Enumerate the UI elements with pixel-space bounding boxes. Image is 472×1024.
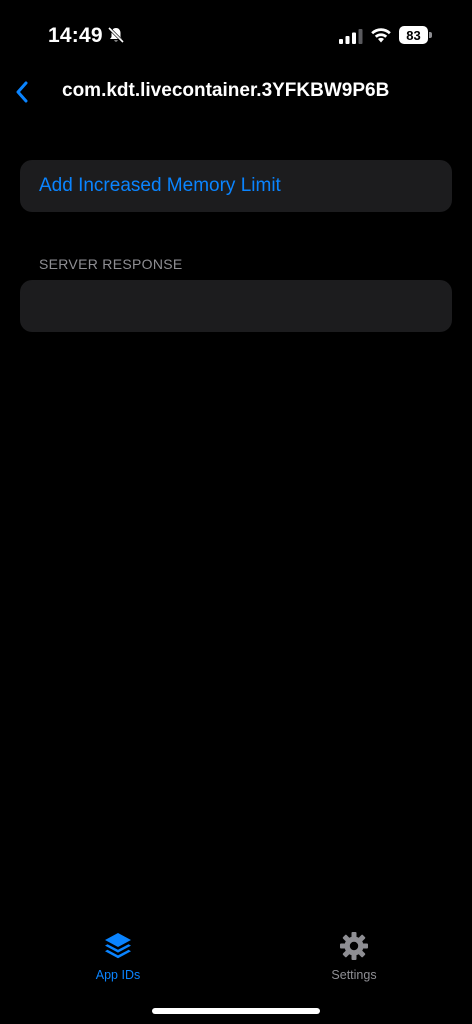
tab-bar: App IDs Settings bbox=[0, 920, 472, 1000]
add-increased-memory-limit-label: Add Increased Memory Limit bbox=[39, 175, 281, 196]
bell-slash-icon bbox=[107, 26, 125, 44]
tab-settings-label: Settings bbox=[331, 968, 377, 982]
battery-icon: 83 bbox=[399, 26, 432, 44]
status-bar: 14:49 83 bbox=[0, 0, 472, 70]
chevron-left-icon bbox=[16, 81, 28, 103]
tab-settings[interactable]: Settings bbox=[304, 930, 404, 986]
add-increased-memory-limit-button[interactable]: Add Increased Memory Limit bbox=[20, 160, 452, 212]
navigation-bar: com.kdt.livecontainer.3YFKBW9P6B bbox=[0, 70, 472, 114]
wifi-icon bbox=[371, 28, 391, 43]
tab-app-ids-label: App IDs bbox=[95, 968, 141, 982]
cellular-signal-icon bbox=[339, 29, 363, 44]
tab-app-ids[interactable]: App IDs bbox=[68, 930, 168, 986]
gear-icon bbox=[340, 932, 368, 960]
back-button[interactable] bbox=[6, 76, 38, 108]
screen: 14:49 83 com.kdt.livecontainer.3YFKBW9P6… bbox=[0, 0, 472, 1024]
stack-icon bbox=[105, 933, 131, 959]
server-response-header: SERVER RESPONSE bbox=[39, 256, 183, 272]
server-response-cell bbox=[20, 280, 452, 332]
home-indicator[interactable] bbox=[152, 1008, 320, 1014]
status-time: 14:49 bbox=[48, 24, 103, 47]
page-title: com.kdt.livecontainer.3YFKBW9P6B bbox=[62, 80, 390, 101]
battery-level: 83 bbox=[399, 26, 428, 44]
